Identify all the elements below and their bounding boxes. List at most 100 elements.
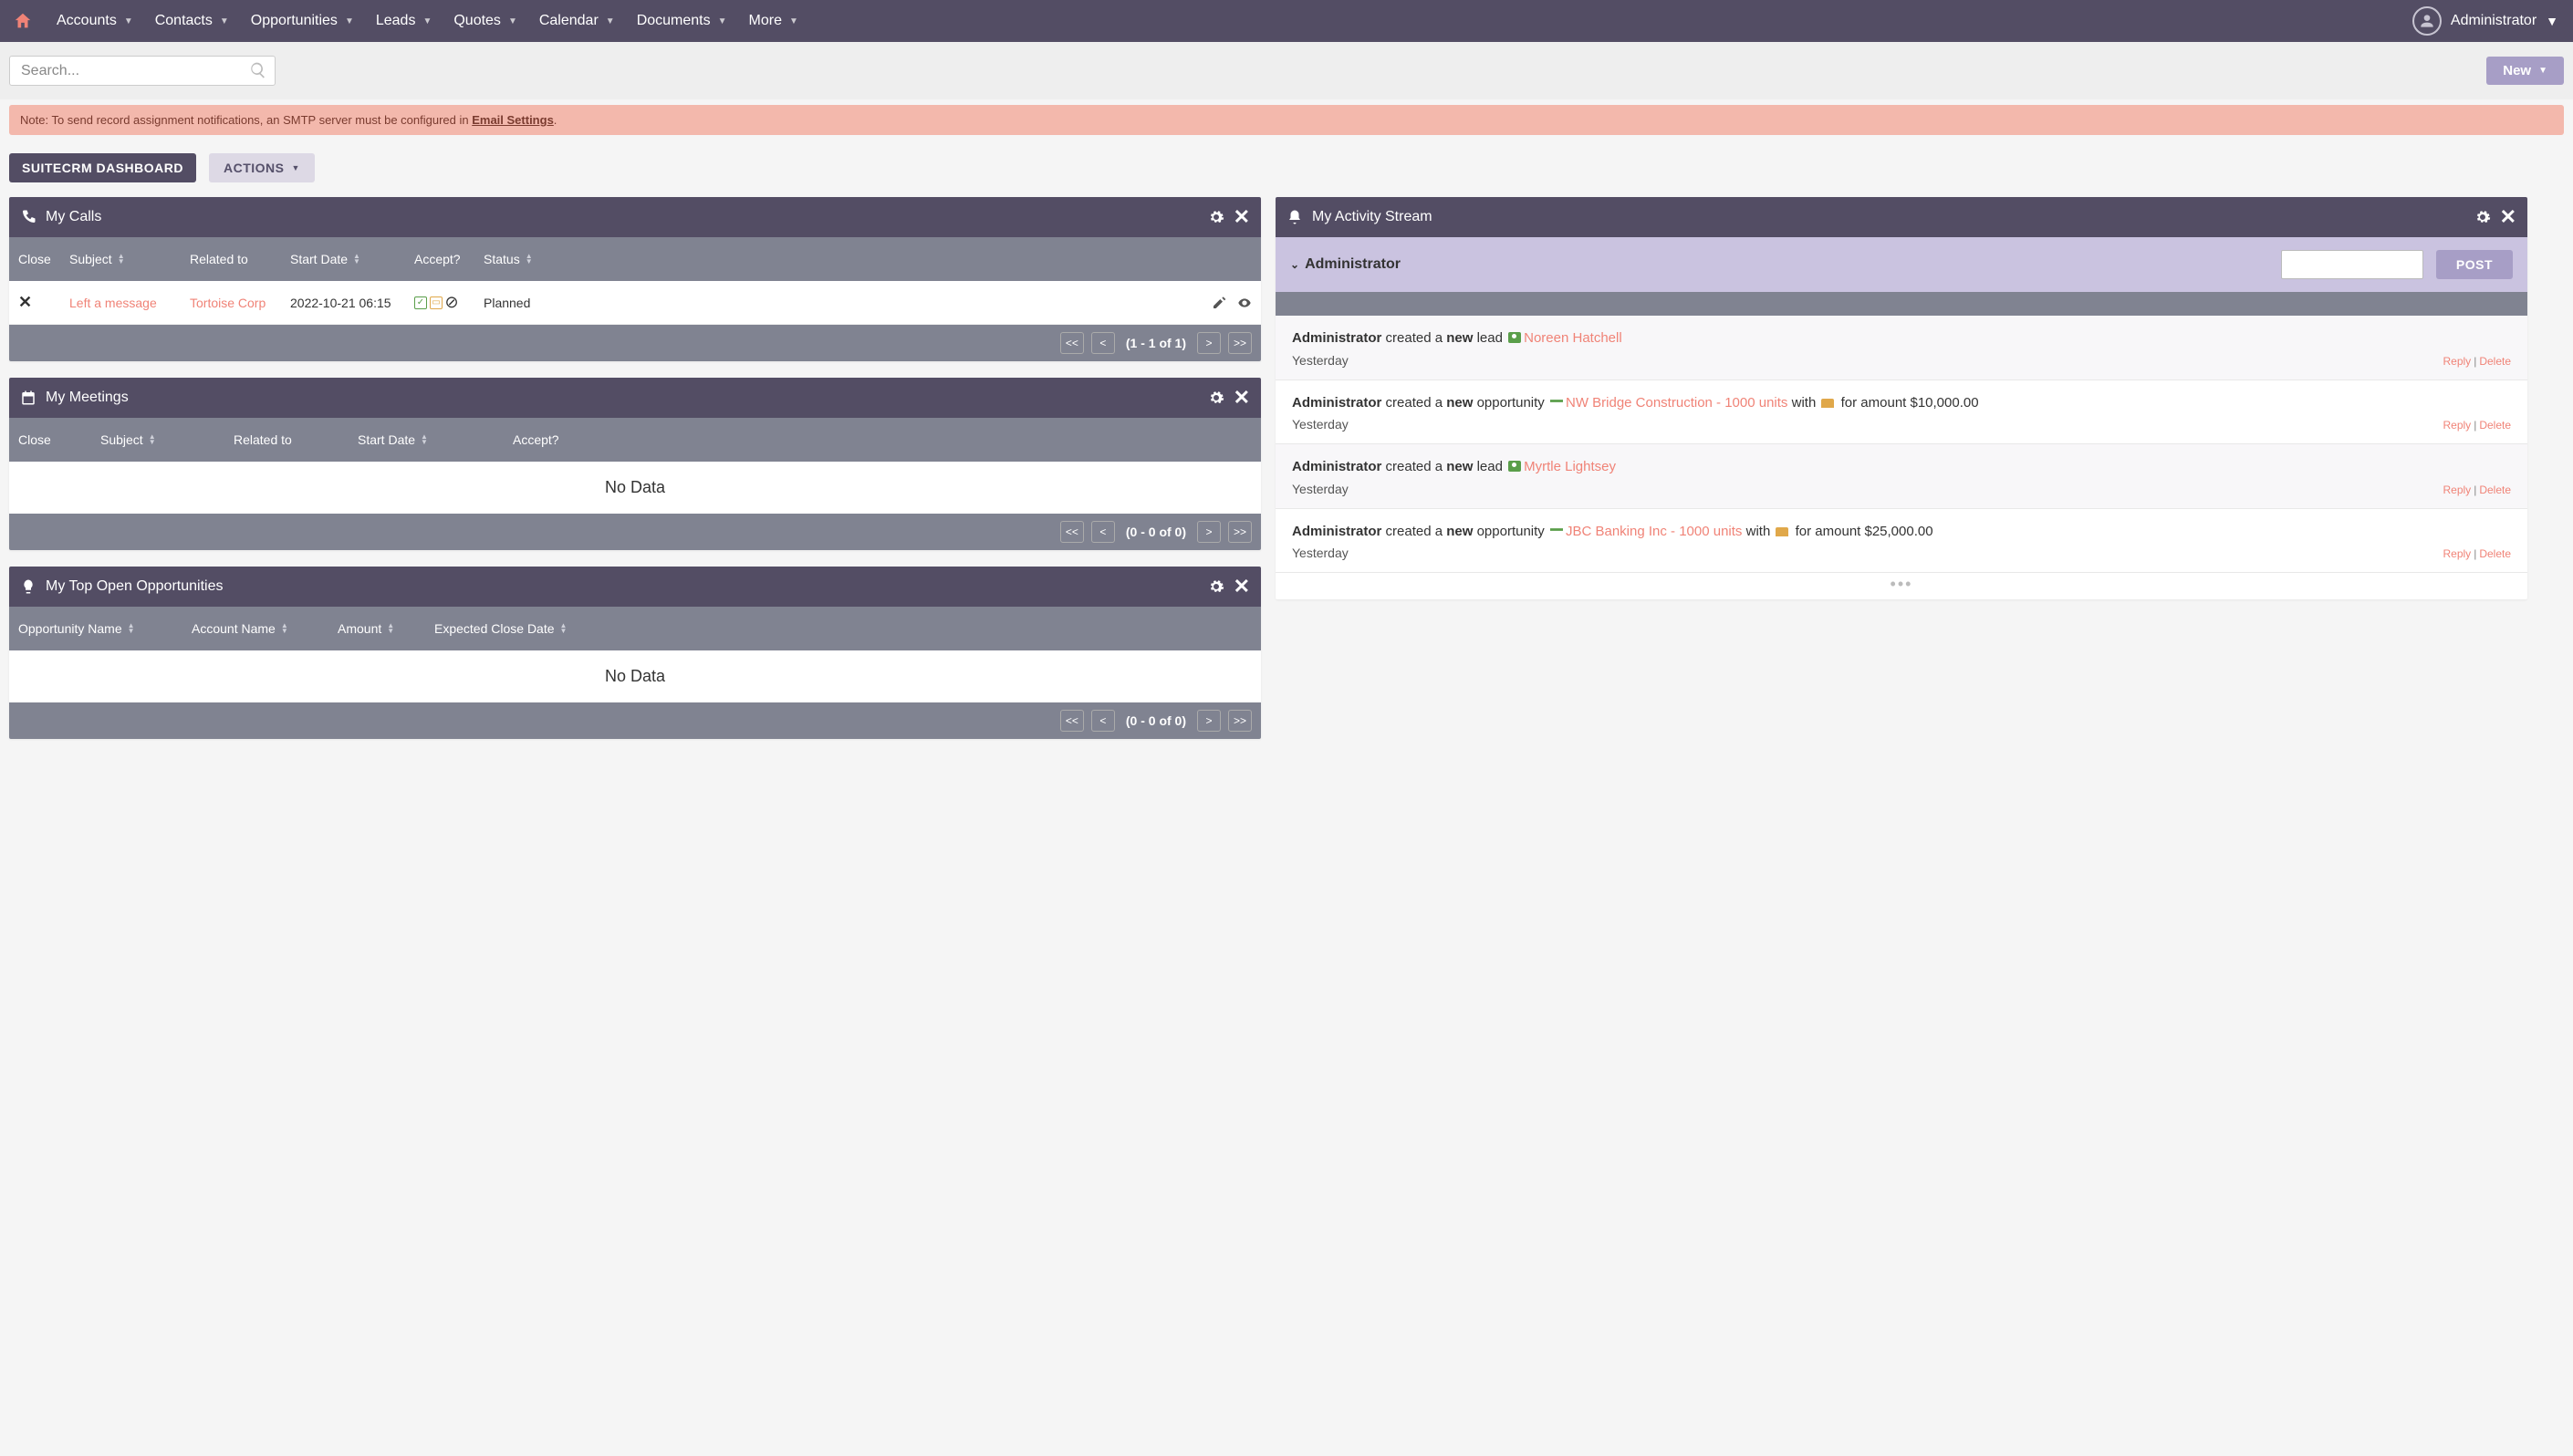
lead-icon bbox=[1508, 461, 1521, 472]
call-subject-link[interactable]: Left a message bbox=[69, 296, 157, 310]
activity-actor: Administrator bbox=[1292, 459, 1381, 474]
caret-down-icon: ▼ bbox=[2546, 14, 2558, 28]
delete-link[interactable]: Delete bbox=[2479, 547, 2511, 560]
home-icon[interactable] bbox=[13, 11, 33, 31]
nav-items: Accounts▼Contacts▼Opportunities▼Leads▼Qu… bbox=[46, 0, 809, 42]
dashlet-title: My Top Open Opportunities bbox=[46, 578, 223, 595]
nav-label: Opportunities bbox=[251, 13, 338, 29]
col-status[interactable]: Status▲▼ bbox=[484, 252, 557, 266]
reply-link[interactable]: Reply bbox=[2443, 355, 2472, 368]
nav-item-contacts[interactable]: Contacts▼ bbox=[144, 0, 240, 42]
activity-scroll[interactable]: Administrator created a new lead Noreen … bbox=[1276, 316, 2527, 573]
email-settings-link[interactable]: Email Settings bbox=[472, 113, 554, 127]
pager-next[interactable]: > bbox=[1197, 710, 1221, 732]
gear-icon[interactable] bbox=[2474, 209, 2491, 225]
dashboard-title[interactable]: SUITECRM DASHBOARD bbox=[9, 153, 196, 182]
delete-link[interactable]: Delete bbox=[2479, 355, 2511, 368]
sort-icon: ▲▼ bbox=[149, 434, 156, 445]
col-close[interactable]: Close bbox=[18, 432, 100, 447]
col-account-name[interactable]: Account Name▲▼ bbox=[192, 621, 338, 636]
folder-icon bbox=[1821, 399, 1834, 408]
col-expected-close[interactable]: Expected Close Date▲▼ bbox=[434, 621, 1252, 636]
row-close-icon[interactable]: ✕ bbox=[18, 293, 32, 311]
pager-prev[interactable]: < bbox=[1091, 521, 1115, 543]
search-button[interactable] bbox=[246, 59, 270, 83]
activity-target-link[interactable]: NW Bridge Construction - 1000 units bbox=[1566, 395, 1787, 411]
col-subject[interactable]: Subject▲▼ bbox=[100, 432, 234, 447]
nav-item-calendar[interactable]: Calendar▼ bbox=[528, 0, 626, 42]
activity-time: YesterdayReply|Delete bbox=[1292, 544, 2511, 563]
accept-no-icon[interactable]: ⊘ bbox=[445, 296, 458, 309]
col-related[interactable]: Related to bbox=[190, 252, 290, 266]
post-button[interactable]: POST bbox=[2436, 250, 2513, 279]
delete-link[interactable]: Delete bbox=[2479, 484, 2511, 496]
actions-label: ACTIONS bbox=[224, 161, 285, 175]
activity-target-link[interactable]: Noreen Hatchell bbox=[1524, 330, 1622, 346]
caret-down-icon: ▼ bbox=[292, 163, 300, 172]
nav-label: Calendar bbox=[539, 13, 599, 29]
dashlet-my-meetings: My Meetings ✕ Close Subject▲▼ Related to… bbox=[9, 378, 1261, 550]
folder-icon bbox=[1776, 527, 1788, 536]
caret-down-icon: ▼ bbox=[422, 16, 432, 26]
post-user[interactable]: ⌄Administrator bbox=[1290, 256, 1401, 273]
accept-tentative-icon[interactable]: ▭ bbox=[430, 296, 443, 309]
new-button[interactable]: New ▼ bbox=[2486, 57, 2564, 85]
gear-icon[interactable] bbox=[1208, 209, 1224, 225]
pager-prev[interactable]: < bbox=[1091, 332, 1115, 354]
nav-item-leads[interactable]: Leads▼ bbox=[365, 0, 443, 42]
col-start-date[interactable]: Start Date▲▼ bbox=[290, 252, 414, 266]
nav-label: Documents bbox=[637, 13, 711, 29]
load-more-handle[interactable]: ••• bbox=[1276, 573, 2527, 599]
activity-target-link[interactable]: JBC Banking Inc - 1000 units bbox=[1566, 524, 1742, 539]
pager-prev[interactable]: < bbox=[1091, 710, 1115, 732]
post-input[interactable] bbox=[2281, 250, 2423, 279]
reply-link[interactable]: Reply bbox=[2443, 547, 2472, 560]
delete-link[interactable]: Delete bbox=[2479, 419, 2511, 432]
pager-last[interactable]: >> bbox=[1228, 710, 1252, 732]
nav-item-documents[interactable]: Documents▼ bbox=[626, 0, 738, 42]
sort-icon: ▲▼ bbox=[387, 623, 394, 634]
close-icon[interactable]: ✕ bbox=[1234, 207, 1250, 227]
reply-link[interactable]: Reply bbox=[2443, 419, 2472, 432]
col-accept[interactable]: Accept? bbox=[414, 252, 484, 266]
accept-yes-icon[interactable]: ✓ bbox=[414, 296, 427, 309]
pager-next[interactable]: > bbox=[1197, 332, 1221, 354]
nav-item-quotes[interactable]: Quotes▼ bbox=[443, 0, 528, 42]
close-icon[interactable]: ✕ bbox=[1234, 388, 1250, 408]
col-accept[interactable]: Accept? bbox=[513, 432, 1252, 447]
reply-link[interactable]: Reply bbox=[2443, 484, 2472, 496]
edit-icon[interactable] bbox=[1212, 296, 1226, 310]
alert-text-suffix: . bbox=[554, 113, 557, 127]
gear-icon[interactable] bbox=[1208, 578, 1224, 595]
gear-icon[interactable] bbox=[1208, 390, 1224, 406]
view-icon[interactable] bbox=[1237, 296, 1252, 310]
col-amount[interactable]: Amount▲▼ bbox=[338, 621, 434, 636]
pager-last[interactable]: >> bbox=[1228, 332, 1252, 354]
caret-down-icon: ▼ bbox=[345, 16, 354, 26]
actions-button[interactable]: ACTIONS ▼ bbox=[209, 153, 315, 182]
search-input[interactable] bbox=[9, 56, 276, 86]
dashlet-header: My Calls ✕ bbox=[9, 197, 1261, 237]
close-icon[interactable]: ✕ bbox=[1234, 577, 1250, 597]
user-menu[interactable]: Administrator ▼ bbox=[2412, 6, 2566, 36]
activity-actor: Administrator bbox=[1292, 524, 1381, 539]
close-icon[interactable]: ✕ bbox=[2500, 207, 2516, 227]
dashlet-header: My Meetings ✕ bbox=[9, 378, 1261, 418]
col-opp-name[interactable]: Opportunity Name▲▼ bbox=[18, 621, 192, 636]
activity-verb: new bbox=[1446, 330, 1473, 346]
pager-first[interactable]: << bbox=[1060, 332, 1084, 354]
call-related-link[interactable]: Tortoise Corp bbox=[190, 296, 266, 310]
col-close[interactable]: Close bbox=[18, 252, 69, 266]
col-start-date[interactable]: Start Date▲▼ bbox=[358, 432, 513, 447]
pager-last[interactable]: >> bbox=[1228, 521, 1252, 543]
sort-icon: ▲▼ bbox=[128, 623, 135, 634]
nav-item-accounts[interactable]: Accounts▼ bbox=[46, 0, 144, 42]
pager-next[interactable]: > bbox=[1197, 521, 1221, 543]
col-related[interactable]: Related to bbox=[234, 432, 358, 447]
nav-item-opportunities[interactable]: Opportunities ▼ bbox=[240, 0, 365, 42]
pager-first[interactable]: << bbox=[1060, 710, 1084, 732]
col-subject[interactable]: Subject▲▼ bbox=[69, 252, 190, 266]
pager-first[interactable]: << bbox=[1060, 521, 1084, 543]
nav-item-more[interactable]: More▼ bbox=[738, 0, 809, 42]
activity-target-link[interactable]: Myrtle Lightsey bbox=[1524, 459, 1616, 474]
